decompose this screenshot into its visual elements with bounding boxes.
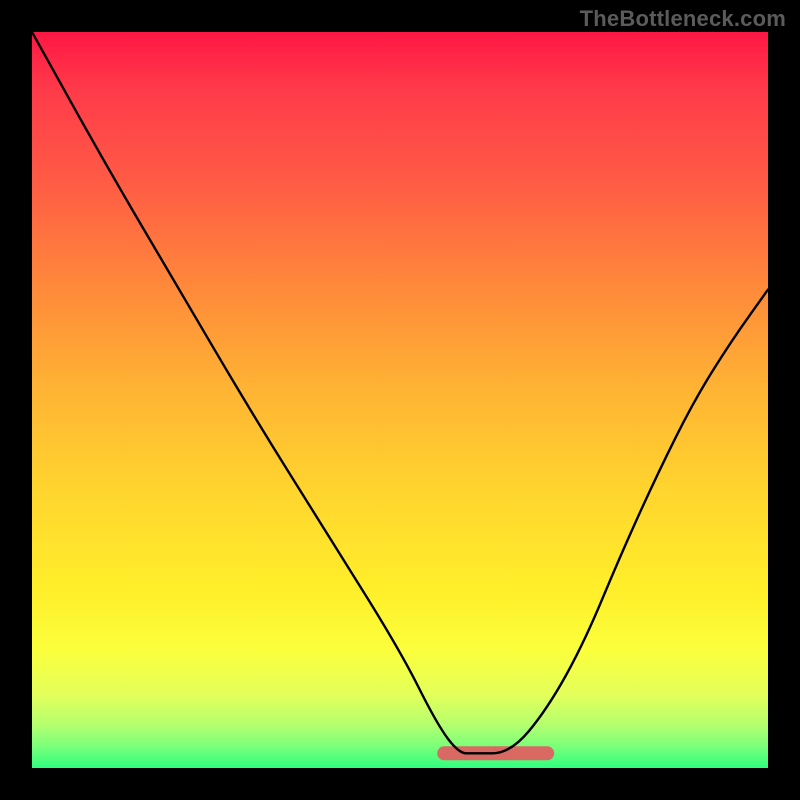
curve-layer: [32, 32, 768, 768]
bottleneck-curve: [32, 32, 768, 753]
attribution-text: TheBottleneck.com: [580, 6, 786, 32]
chart-frame: TheBottleneck.com: [0, 0, 800, 800]
plot-area: [32, 32, 768, 768]
